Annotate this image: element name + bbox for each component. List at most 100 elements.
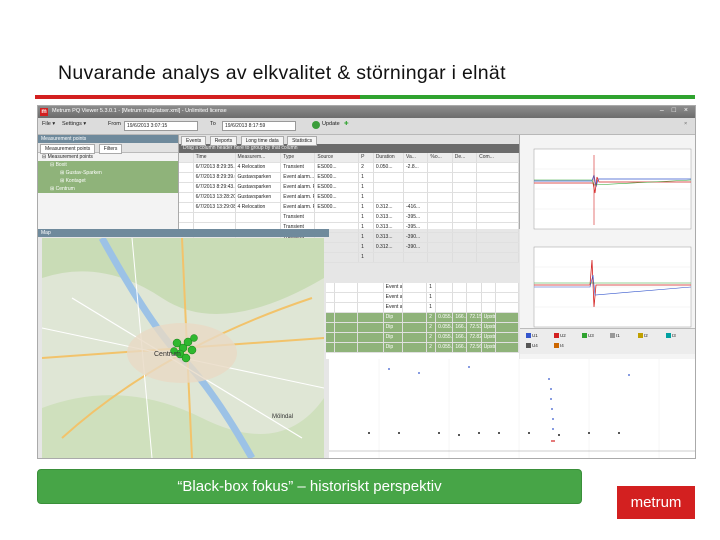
table-cell	[453, 213, 478, 222]
table-row[interactable]: Dip 20.055...166...72.15 %Upstre...	[326, 313, 519, 323]
legend-item[interactable]: I3	[666, 333, 676, 339]
legend-swatch	[638, 333, 643, 339]
table-cell	[496, 293, 519, 302]
table-row[interactable]: Dip 20.055...166...72.82 %Upstre...	[326, 333, 519, 343]
window-controls[interactable]: – □ ×	[660, 107, 691, 114]
table-cell	[403, 323, 428, 332]
legend-item[interactable]: I4	[554, 343, 564, 349]
table-cell: Upstre...	[483, 343, 496, 352]
table-row[interactable]: 6/7/2013 8:29:39.07...GustavsparkenEvent…	[179, 173, 519, 183]
table-cell	[428, 223, 453, 232]
table-cell: 0.313...	[374, 233, 405, 242]
table-cell	[428, 233, 453, 242]
table-cell	[358, 293, 384, 302]
legend-item[interactable]: U3	[582, 333, 594, 339]
column-header[interactable]: Com...	[477, 153, 519, 162]
table-row[interactable]: Dip 20.055...166...72.53 %Upstre...	[326, 323, 519, 333]
table-cell	[453, 173, 478, 182]
legend-item[interactable]: I1	[610, 333, 620, 339]
group-by-hint[interactable]: Drag a column header here to group by th…	[179, 144, 519, 153]
column-header[interactable]: Source	[315, 153, 360, 162]
file-menu[interactable]: File ▾	[42, 121, 55, 127]
table-row[interactable]: Event alarm. P... 1	[326, 293, 519, 303]
table-cell	[179, 163, 194, 172]
legend-label: U4	[532, 343, 538, 348]
column-header[interactable]: Type	[281, 153, 316, 162]
legend-swatch	[582, 333, 587, 339]
close-icon[interactable]: ×	[684, 121, 687, 127]
table-cell	[335, 293, 359, 302]
legend-item[interactable]: U1	[526, 333, 538, 339]
table-cell: Upstre...	[483, 313, 496, 322]
table-cell	[482, 283, 496, 292]
tree-item-centrum[interactable]: ⊞ Centrum	[38, 185, 178, 193]
table-cell: Gustavsparken	[236, 183, 282, 192]
tree-item-kontaget[interactable]: ⊞ Kontaget	[38, 177, 178, 185]
table-cell: 2	[427, 323, 437, 332]
table-cell: 6/7/2013 8:29:35...	[195, 163, 236, 172]
trend-chart[interactable]	[329, 359, 695, 458]
table-row[interactable]: Dip 20.055...166...72.56 %Upstre...	[326, 343, 519, 353]
table-row[interactable]: Event alarm. P... 1	[326, 303, 519, 313]
table-cell	[403, 283, 428, 292]
table-cell: Event alarm. P...	[385, 303, 403, 312]
waveform-charts[interactable]	[520, 135, 695, 359]
table-cell: -395...	[404, 223, 429, 232]
legend-label: I1	[616, 333, 620, 338]
legend-item[interactable]: U2	[554, 333, 566, 339]
table-row[interactable]: Event alarm. P... 1	[326, 283, 519, 293]
help-icon[interactable]: ✚	[344, 121, 349, 127]
table-row[interactable]: 6/7/2013 8:29:35... 4 Relocation Transient…	[179, 163, 519, 173]
column-header[interactable]: Va...	[404, 153, 429, 162]
table-cell	[326, 293, 336, 302]
table-row[interactable]: 6/7/2013 8:29:43... Gustavsparken Event al…	[179, 183, 519, 193]
table-cell	[404, 173, 429, 182]
table-cell	[453, 283, 468, 292]
table-cell	[374, 173, 405, 182]
table-cell: 1	[359, 213, 374, 222]
tree-item-gustav-sparken[interactable]: ⊞ Gustav-Sparken	[38, 169, 178, 177]
legend-item[interactable]: I2	[638, 333, 648, 339]
table-cell	[194, 213, 236, 222]
column-header[interactable]: P	[359, 153, 374, 162]
to-label: To	[210, 121, 216, 127]
table-cell	[403, 313, 428, 322]
table-cell	[403, 343, 428, 352]
table-cell	[428, 183, 453, 192]
tree-item-root[interactable]: ⊟ Measurement points	[38, 153, 178, 161]
table-row[interactable]: 6/7/2013 13:28:20.07...GustavsparkenEven…	[179, 193, 519, 203]
column-header[interactable]: Duration	[374, 153, 405, 162]
legend-item[interactable]: U4	[526, 343, 538, 349]
table-cell: 6/7/2013 13:28:20.07...	[194, 193, 236, 202]
table-cell: 4 Relocation	[236, 203, 282, 212]
table-cell	[453, 233, 478, 242]
tree-item-boxit[interactable]: ⊟ Boxit	[38, 161, 178, 169]
column-header[interactable]: Time	[194, 153, 236, 162]
column-header[interactable]: %o...	[428, 153, 453, 162]
table-cell	[403, 293, 428, 302]
update-button[interactable]: Update	[322, 121, 340, 127]
map[interactable]: Centrum Mölndal	[42, 238, 324, 458]
table-cell	[477, 173, 519, 182]
table-cell: 2	[427, 343, 437, 352]
table-row[interactable]: 6/7/2013 13:29:08.48...4 RelocationEvent…	[179, 203, 519, 213]
table-cell: Dip	[384, 313, 403, 322]
table-cell	[179, 173, 194, 182]
settings-menu[interactable]: Settings ▾	[62, 121, 86, 127]
table-cell	[496, 303, 519, 312]
table-cell	[477, 243, 519, 252]
table-cell: 6/7/2013 8:29:39.07...	[195, 173, 236, 182]
toolbar: File ▾ Settings ▾ From 19/6/2013 3:07:15…	[38, 118, 695, 135]
column-header[interactable]: Measurem...	[236, 153, 282, 162]
legend-swatch	[526, 343, 531, 349]
table-row[interactable]: Transient 1 0.313... -395...	[179, 213, 519, 223]
from-input[interactable]: 19/6/2013 3:07:15	[124, 121, 198, 131]
column-header[interactable]	[179, 153, 194, 162]
table-cell	[326, 333, 336, 342]
update-icon[interactable]	[312, 121, 320, 129]
table-cell	[335, 283, 359, 292]
to-input[interactable]: 19/6/2013 8:17:59	[222, 121, 296, 131]
table-cell	[358, 343, 384, 352]
from-label: From	[108, 121, 121, 127]
column-header[interactable]: De...	[453, 153, 478, 162]
